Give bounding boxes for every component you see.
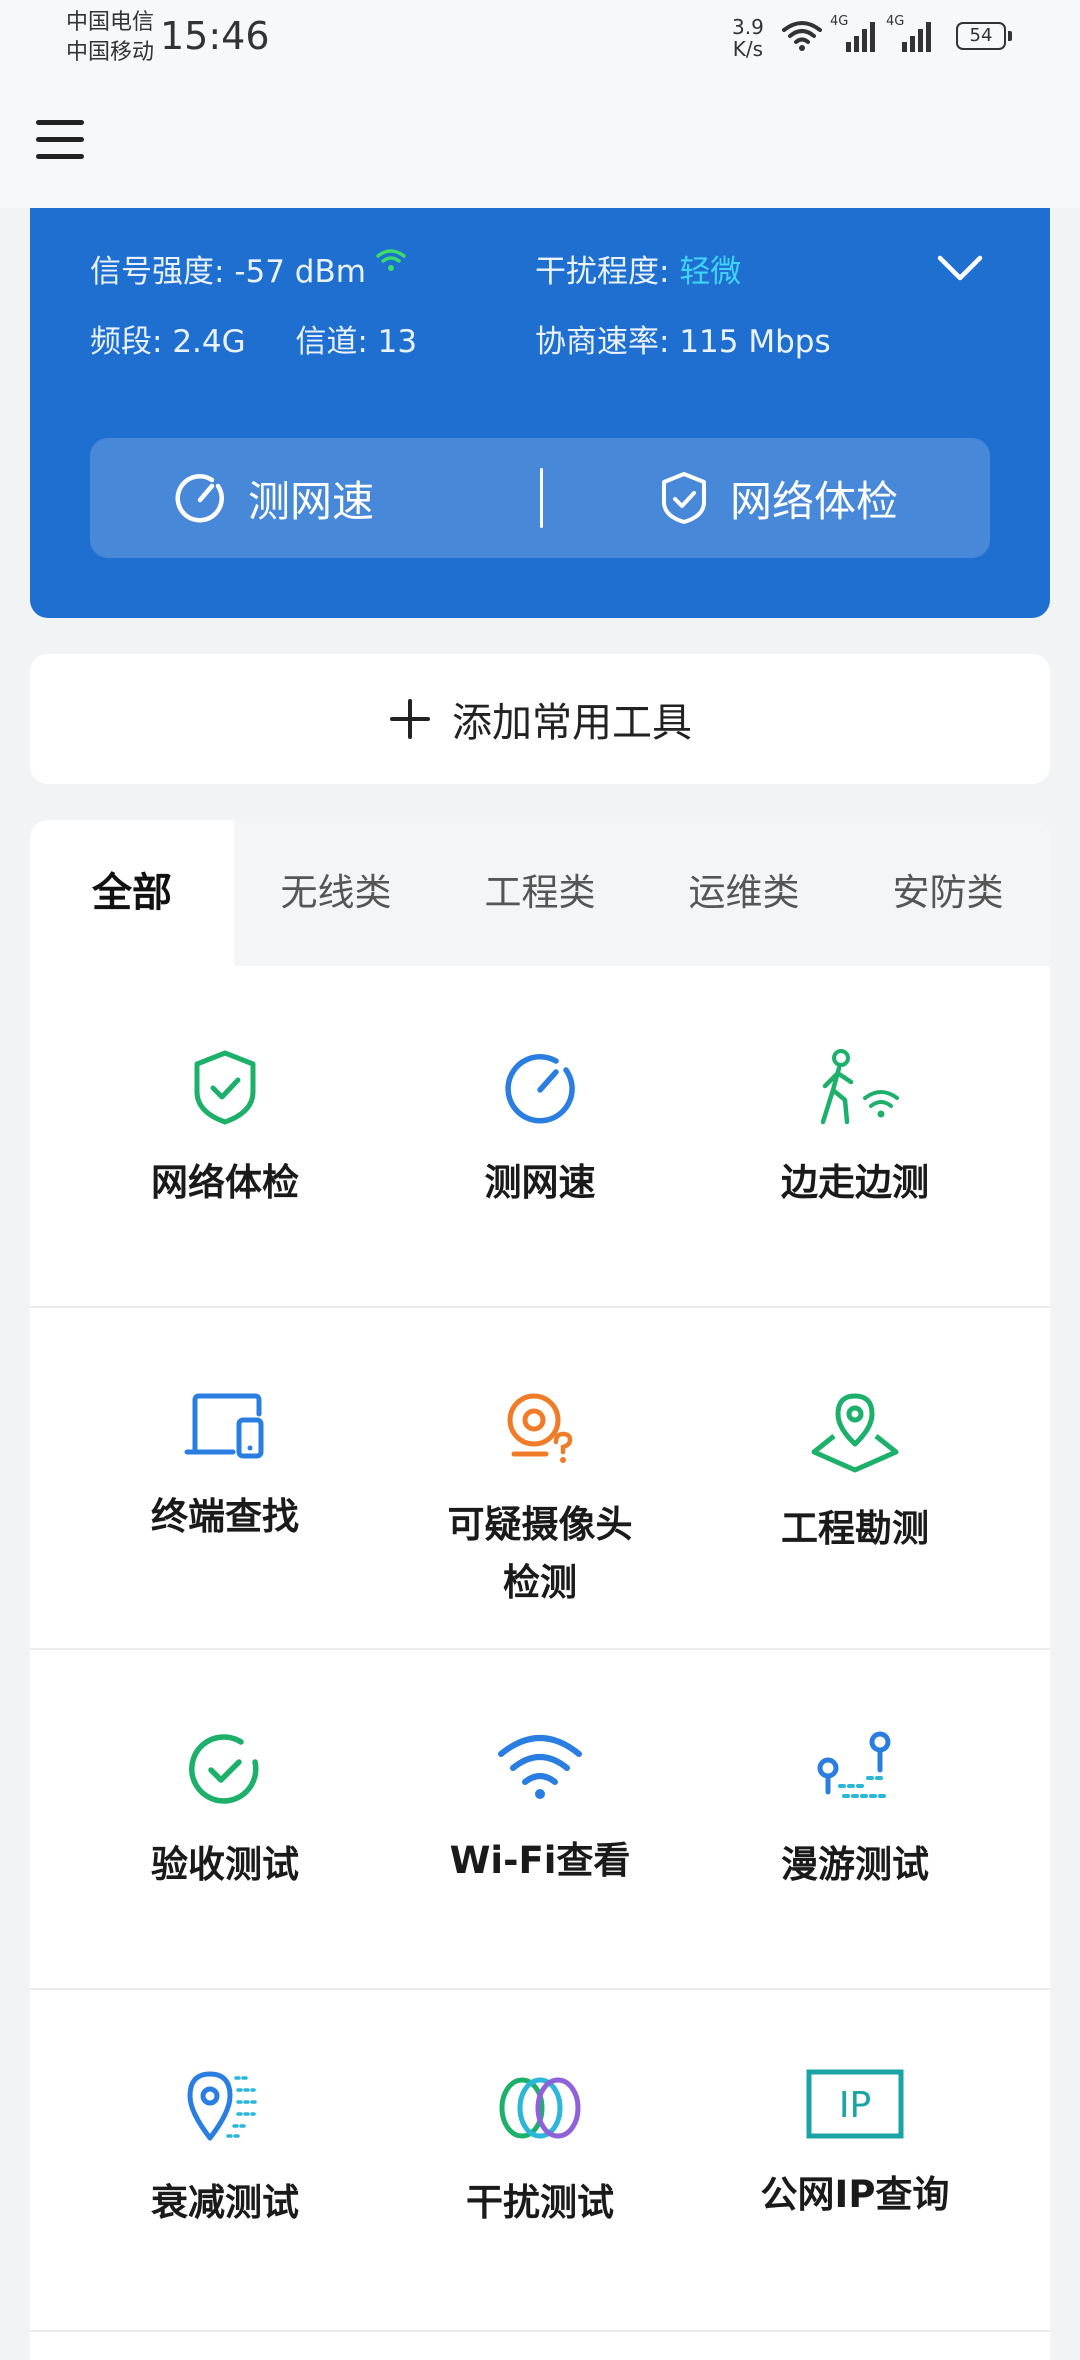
- shield-check-icon: [194, 1050, 256, 1125]
- category-tabs: 全部 无线类 工程类 运维类 安防类: [30, 820, 1050, 966]
- speedometer-icon: [175, 474, 224, 523]
- action-divider: [540, 468, 543, 528]
- devices-icon: [184, 1393, 264, 1459]
- status-bar: 中国电信 中国移动 15:46 3.9 K/s 4G 4G 54: [0, 0, 1080, 78]
- tools-panel: 全部 无线类 工程类 运维类 安防类 网络体检 测网速 边走边测 终端查找 可疑…: [30, 820, 1050, 2360]
- tool-attenuation-test[interactable]: 衰减测试: [57, 2068, 393, 2232]
- tool-interference-test[interactable]: 干扰测试: [372, 2068, 708, 2232]
- app-header: [0, 78, 1080, 208]
- wifi-icon: [498, 1735, 582, 1799]
- ip-icon-text: IP: [839, 2085, 871, 2126]
- tool-device-finder[interactable]: 终端查找: [57, 1390, 393, 1546]
- walking-wifi-icon: [820, 1049, 899, 1125]
- tool-walk-test[interactable]: 边走边测: [687, 1048, 1023, 1212]
- tool-acceptance-test[interactable]: 验收测试: [57, 1730, 393, 1894]
- tab-all[interactable]: 全部: [30, 820, 234, 966]
- signal-1-icon: 4G: [830, 14, 878, 54]
- roaming-icon: [817, 1731, 891, 1798]
- tab-operations[interactable]: 运维类: [642, 820, 846, 966]
- wifi-info-card: 信号强度: -57 dBm 干扰程度: 轻微 频段: 2.4G 信道: 13 协…: [30, 208, 1050, 618]
- row-divider: [30, 1306, 1050, 1308]
- speedometer-icon: [505, 1054, 575, 1124]
- wifi-signal-icon: [376, 249, 406, 271]
- add-tool-button[interactable]: 添加常用工具: [30, 654, 1050, 784]
- row-divider: [30, 1988, 1050, 1990]
- quick-actions: 测网速 网络体检: [90, 438, 990, 558]
- menu-icon[interactable]: [36, 120, 84, 164]
- chevron-down-icon[interactable]: [930, 248, 990, 288]
- network-speed: 3.9 K/s: [732, 15, 764, 61]
- ip-box-icon: IP: [806, 2069, 904, 2139]
- tool-roaming-test[interactable]: 漫游测试: [687, 1730, 1023, 1894]
- attenuation-pin-icon: [187, 2071, 260, 2141]
- signal-2-icon: 4G: [886, 14, 934, 54]
- tool-speed-test[interactable]: 测网速: [372, 1048, 708, 1212]
- tool-public-ip[interactable]: IP 公网IP查询: [687, 2068, 1023, 2224]
- carrier-labels: 中国电信 中国移动: [66, 8, 154, 68]
- shield-check-icon: [662, 472, 706, 524]
- plus-icon: [390, 699, 430, 739]
- status-icons: 4G 4G: [782, 14, 934, 58]
- map-pin-icon: [811, 1393, 899, 1473]
- check-circle-icon: [189, 1734, 259, 1804]
- tab-security[interactable]: 安防类: [846, 820, 1050, 966]
- interference-level: 干扰程度: 轻微: [535, 254, 742, 290]
- tool-network-check[interactable]: 网络体检: [57, 1048, 393, 1212]
- carrier-2: 中国移动: [66, 40, 155, 65]
- tab-engineering[interactable]: 工程类: [438, 820, 642, 966]
- camera-question-icon: [507, 1393, 573, 1463]
- clock: 15:46: [160, 14, 270, 58]
- tool-hidden-camera[interactable]: 可疑摄像头 检测: [372, 1390, 708, 1612]
- carrier-1: 中国电信: [66, 10, 155, 35]
- row-divider: [30, 1648, 1050, 1650]
- row-divider: [30, 2330, 1050, 2332]
- tool-site-survey[interactable]: 工程勘测: [687, 1390, 1023, 1558]
- band-channel: 频段: 2.4G 信道: 13: [90, 324, 418, 360]
- wifi-status-icon: [782, 21, 822, 51]
- negotiated-rate: 协商速率: 115 Mbps: [535, 324, 831, 360]
- signal-strength: 信号强度: -57 dBm: [90, 246, 406, 291]
- speed-test-button[interactable]: 测网速: [172, 438, 374, 558]
- tool-wifi-view[interactable]: Wi-Fi查看: [372, 1730, 708, 1890]
- interference-rings-icon: [499, 2077, 581, 2139]
- tab-wireless[interactable]: 无线类: [234, 820, 438, 966]
- battery-icon: 54: [956, 22, 1012, 50]
- network-check-button[interactable]: 网络体检: [658, 438, 898, 558]
